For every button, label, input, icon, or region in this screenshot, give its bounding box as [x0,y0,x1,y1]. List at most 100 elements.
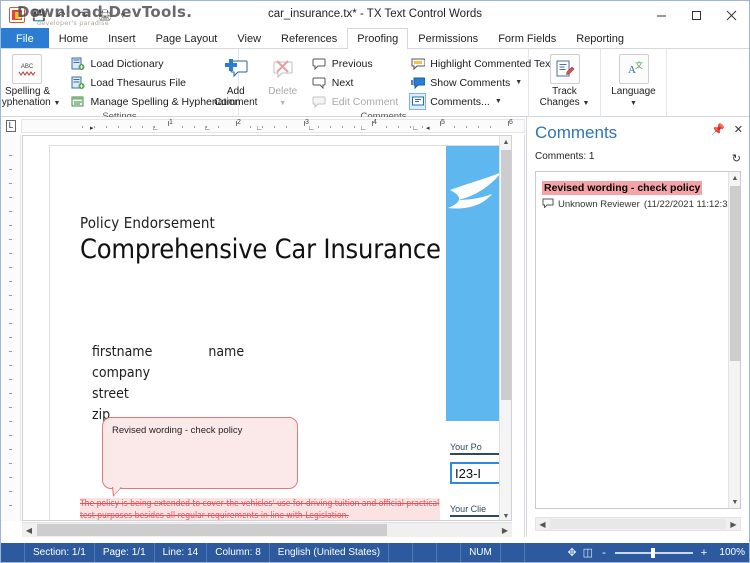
status-line[interactable]: Line: 14 [155,543,208,562]
print-icon[interactable]: 🖨 [97,7,113,23]
close-pane-icon[interactable]: ✕ [734,125,743,136]
vertical-ruler[interactable] [1,135,21,521]
next-comment-icon [312,75,327,90]
status-spacer-2 [413,543,437,562]
previous-comment-button[interactable]: Previous [308,54,403,73]
comments-count-label: Comments: 1 [535,151,594,162]
ruler-tab-stop-4[interactable]: ∟ [308,125,315,132]
document-vertical-scrollbar[interactable]: ▲ ▼ [499,136,511,521]
add-comment-label-line1: Add [227,86,245,97]
ruler-tab-stop-5[interactable]: ∟ [360,125,367,132]
spelling-hyphenation-button[interactable]: ABC Spelling & Hyphenation ▼ [0,51,60,109]
tab-permissions[interactable]: Permissions [408,28,488,48]
tab-proofing[interactable]: Proofing [347,28,408,49]
comments-list: Revised wording - check policy Unknown R… [535,171,741,509]
spelling-label-line2: Hyphenation [0,97,51,108]
zoom-value[interactable]: 100% [715,547,745,558]
undo-icon[interactable]: ↶ [53,7,69,23]
ribbon-group-comments: Add Comment Delete ▼ [239,49,529,117]
tab-reporting[interactable]: Reporting [566,28,634,48]
maximize-button[interactable] [679,1,714,29]
ruler-tab-stop-3[interactable]: ∟ [256,125,263,132]
address-street: street [92,384,244,405]
comments-hscroll-thumb[interactable] [550,519,726,529]
comment-list-item[interactable]: Revised wording - check policy Unknown R… [536,172,740,217]
comment-balloon[interactable]: Revised wording - check policy [102,417,298,489]
status-spacer-4 [501,543,525,562]
add-comment-button[interactable]: Add Comment [210,51,262,108]
add-comment-icon [221,54,251,84]
zoom-controls: ✥ ◫ - + 100% [567,543,745,562]
language-button[interactable]: A 文 Language ▼ [601,51,667,109]
document-page[interactable]: Policy Endorsement Comprehensive Car Ins… [49,145,504,521]
document-horizontal-scrollbar[interactable]: ◀ ▶ [22,522,512,537]
tab-file[interactable]: File [1,28,49,48]
zoom-out-button[interactable]: - [599,547,609,559]
ruler-tab-stop-6[interactable]: ∟ [412,125,419,132]
status-page[interactable]: Page: 1/1 [95,543,155,562]
tab-insert[interactable]: Insert [98,28,146,48]
minimize-button[interactable] [644,1,679,29]
comments-dialog-icon [410,94,425,109]
ruler-indent-marker[interactable]: ▸ [90,124,94,132]
address-company: company [92,363,244,384]
zoom-slider[interactable] [615,552,693,554]
refresh-icon[interactable]: ↻ [732,152,741,165]
scroll-up-icon[interactable]: ▲ [500,136,512,148]
scroll-down-icon[interactable]: ▼ [500,510,512,521]
comments-list-vertical-scrollbar[interactable]: ▲ ▼ [728,172,740,508]
dictionary-add-icon [70,56,85,71]
language-icon: A 文 [619,54,649,84]
status-section[interactable]: Section: 1/1 [25,543,95,562]
scroll-left-icon[interactable]: ◀ [22,523,36,537]
close-button[interactable] [714,1,749,29]
scroll-right-icon[interactable]: ▶ [498,523,512,537]
tab-page-layout[interactable]: Page Layout [146,28,228,48]
page-view-mode-icon[interactable]: ✥ [567,546,576,559]
tab-stop-selector[interactable]: L [1,117,21,135]
pin-icon[interactable]: 📌 [711,125,725,136]
layout-view-mode-icon[interactable]: ◫ [583,546,593,559]
tab-home[interactable]: Home [49,28,98,48]
comments-scroll-right-icon[interactable]: ▶ [727,518,740,530]
next-comment-button[interactable]: Next [308,73,403,92]
horizontal-scroll-thumb[interactable] [37,524,387,536]
horizontal-ruler[interactable]: 1 2 3 4 5 6 ▸ ∟ ∟ ∟ ∟ [21,119,525,133]
comments-scroll-left-icon[interactable]: ◀ [536,518,549,530]
comments-scroll-thumb[interactable] [730,186,740,361]
save-icon[interactable]: 💾 [31,7,47,23]
zoom-slider-thumb[interactable] [651,548,655,558]
status-num-lock[interactable]: NUM [461,543,501,562]
ruler-tab-stop-1[interactable]: ∟ [152,125,159,132]
tab-form-fields[interactable]: Form Fields [488,28,566,48]
ruler-right-indent-marker[interactable]: ◂ [426,124,430,132]
ribbon: ABC Spelling & Hyphenation ▼ [1,49,749,117]
track-changes-button[interactable]: Track Changes ▼ [532,51,598,109]
vertical-scroll-thumb[interactable] [501,150,511,400]
spelling-caret-icon[interactable]: ▼ [53,100,60,107]
document-subtitle: Policy Endorsement [80,214,215,232]
comments-pane-header-buttons: 📌 ✕ [711,125,743,136]
svg-text:文: 文 [635,60,643,70]
redo-icon[interactable]: ↷ [75,7,91,23]
customize-quick-access-chevron-icon[interactable]: ▼ [119,11,127,20]
comment-item-text: Revised wording - check policy [542,181,702,195]
ribbon-group-settings: ABC Spelling & Hyphenation ▼ [1,49,239,117]
status-language[interactable]: English (United States) [270,543,389,562]
comments-scroll-down-icon[interactable]: ▼ [729,496,741,508]
ruler-tab-stop-2[interactable]: ∟ [204,125,211,132]
language-caret-icon[interactable]: ▼ [630,100,637,107]
status-column[interactable]: Column: 8 [207,543,270,562]
comment-timestamp: (11/22/2021 11:12:38 A [644,199,741,210]
document-title: Comprehensive Car Insurance [80,234,441,265]
tab-view[interactable]: View [227,28,271,48]
show-comments-icon [410,75,425,90]
comments-scroll-up-icon[interactable]: ▲ [729,172,741,184]
zoom-in-button[interactable]: + [699,547,709,559]
tab-references[interactable]: References [271,28,347,48]
manage-spelling-icon [70,94,85,109]
track-changes-caret-icon[interactable]: ▼ [582,100,589,107]
show-comments-caret-icon[interactable]: ▼ [515,79,522,86]
comments-dialog-caret-icon[interactable]: ▼ [495,98,502,105]
comments-list-horizontal-scrollbar[interactable]: ◀ ▶ [535,517,741,531]
